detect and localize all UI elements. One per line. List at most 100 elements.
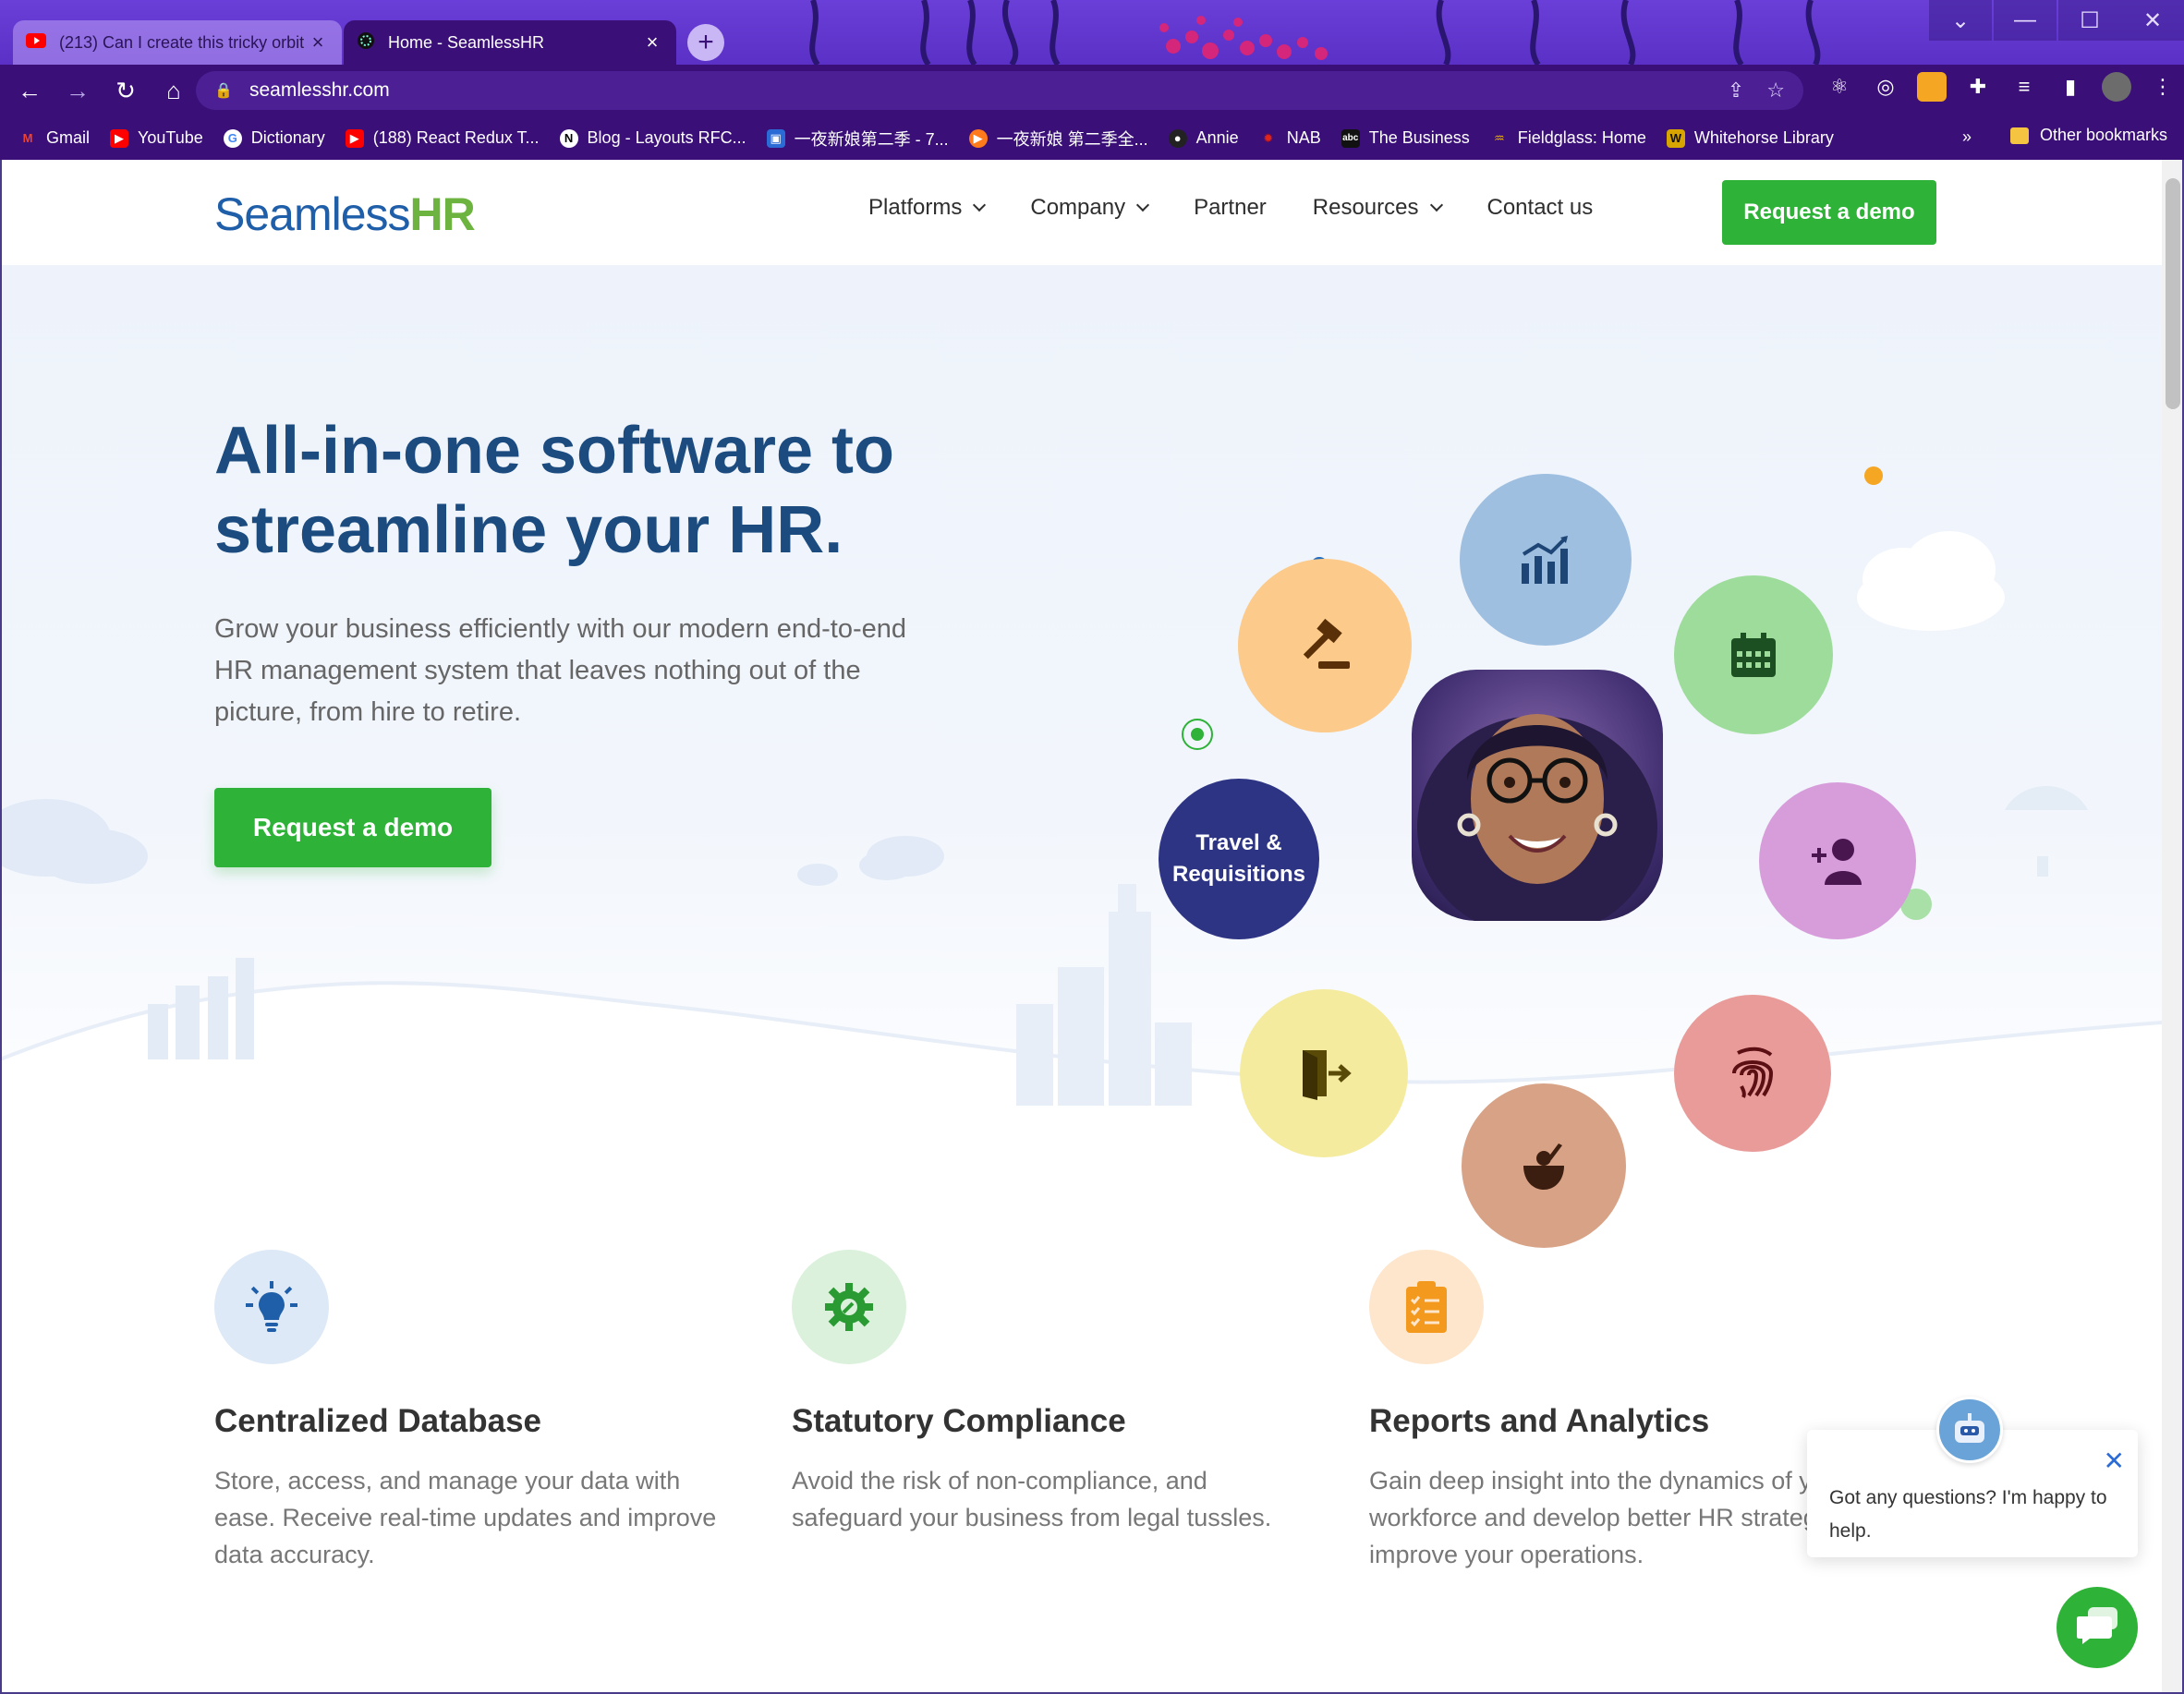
nab-icon: ✹ — [1263, 130, 1274, 145]
play-icon: ▶ — [968, 128, 988, 148]
tab-youtube[interactable]: (213) Can I create this tricky orbit × — [13, 20, 342, 65]
notion-icon: N — [559, 128, 578, 148]
analytics-bubble — [1460, 474, 1632, 646]
react-devtools-icon[interactable]: ⚛ — [1825, 72, 1854, 102]
share-icon[interactable]: ⇪ — [1728, 79, 1744, 103]
hero-request-demo-button[interactable]: Request a demo — [214, 788, 491, 867]
bookmark-whitehorse[interactable]: W Whitehorse Library — [1666, 128, 1834, 148]
nav-company[interactable]: Company — [1030, 195, 1150, 221]
hero-section: All-in-one software to streamline your H… — [0, 265, 2162, 1248]
bookmark-the-business[interactable]: abc The Business — [1341, 128, 1470, 148]
calendar-bubble — [1674, 575, 1833, 734]
browser-toolbar: ← → ↻ ⌂ 🔒 seamlesshr.com ⇪ ☆ ⚛ ◎ ✚ ≡ ▮ ⋮ — [0, 65, 2184, 116]
bookmark-blog-layouts[interactable]: N Blog - Layouts RFC... — [559, 128, 746, 148]
new-tab-button[interactable]: + — [687, 24, 724, 61]
tab-strip: (213) Can I create this tricky orbit × H… — [0, 0, 2184, 65]
profile-avatar[interactable] — [2102, 72, 2131, 102]
tab-seamlesshr[interactable]: Home - SeamlessHR × — [344, 20, 676, 65]
bookmark-gmail[interactable]: M Gmail — [18, 128, 90, 148]
feature-statutory-compliance: Statutory Compliance Avoid the risk of n… — [792, 1250, 1309, 1536]
nav-platforms[interactable]: Platforms — [868, 195, 987, 221]
abc-icon: abc — [1341, 128, 1360, 148]
feature-text: Store, access, and manage your data with… — [214, 1467, 717, 1568]
feature-centralized-database: Centralized Database Store, access, and … — [214, 1250, 732, 1573]
bar-chart-icon — [1516, 530, 1575, 589]
page-viewport: SeamlessHR Platforms Company Partner Res… — [0, 160, 2162, 1694]
lightbulb-icon — [214, 1250, 329, 1364]
page-scrollbar[interactable] — [2162, 160, 2184, 1694]
feature-title: Centralized Database — [214, 1403, 542, 1439]
bookmark-fieldglass[interactable]: ♒ Fieldglass: Home — [1490, 128, 1646, 148]
notes-extension-icon[interactable] — [1917, 72, 1947, 102]
hero-title: All-in-one software to streamline your H… — [214, 414, 894, 567]
bookmark-dictionary[interactable]: G Dictionary — [223, 128, 325, 148]
gear-wrench-icon — [792, 1250, 906, 1364]
exit-door-icon — [1295, 1045, 1353, 1102]
address-text: seamlesshr.com — [249, 79, 390, 101]
target-extension-icon[interactable]: ◎ — [1871, 72, 1900, 102]
leave-bubble — [1462, 1083, 1626, 1248]
address-bar[interactable]: 🔒 seamlesshr.com ⇪ ☆ — [196, 71, 1803, 110]
other-bookmarks[interactable]: Other bookmarks — [2010, 126, 2167, 145]
video-icon: ▣ — [766, 128, 785, 148]
clipboard-check-icon — [1369, 1250, 1484, 1364]
chat-bubble-icon — [2075, 1605, 2119, 1651]
tab-title: Home - SeamlessHR — [388, 32, 545, 52]
header-request-demo-button[interactable]: Request a demo — [1722, 180, 1936, 245]
github-icon: ● — [1168, 128, 1187, 148]
bookmark-youtube[interactable]: ▶ YouTube — [110, 128, 203, 148]
bookmark-star-icon[interactable]: ☆ — [1766, 79, 1785, 103]
bookmark-annie[interactable]: ● Annie — [1168, 128, 1239, 148]
scrollbar-thumb[interactable] — [2166, 178, 2180, 409]
chat-message: Got any questions? I'm happy to help. — [1829, 1487, 2107, 1542]
folder-icon — [2010, 127, 2029, 144]
gavel-icon — [1294, 615, 1355, 676]
reload-icon[interactable]: ↻ — [107, 72, 144, 109]
coconut-drink-icon — [1516, 1138, 1571, 1193]
tab-search-icon[interactable]: ⌄ — [1929, 0, 1992, 41]
seamlesshr-logo[interactable]: SeamlessHR — [214, 188, 476, 241]
chat-bot-avatar — [1936, 1397, 2003, 1463]
main-nav: Platforms Company Partner Resources Cont… — [868, 195, 1593, 221]
nav-partner[interactable]: Partner — [1194, 195, 1267, 221]
fingerprint-icon — [1725, 1046, 1780, 1101]
seamlesshr-icon — [357, 31, 375, 54]
chevron-down-icon — [1136, 198, 1150, 212]
menu-kebab-icon[interactable]: ⋮ — [2148, 72, 2178, 102]
back-icon[interactable]: ← — [11, 72, 48, 109]
reading-list-icon[interactable]: ≡ — [2009, 72, 2039, 102]
youtube-icon: ▶ — [110, 128, 129, 148]
travel-requisitions-label: Travel & Requisitions — [1171, 830, 1305, 887]
close-window-button[interactable]: ✕ — [2121, 0, 2184, 41]
fieldglass-icon: ♒ — [1493, 130, 1505, 145]
tab-close-icon[interactable]: × — [307, 30, 329, 54]
feature-text: Avoid the risk of non-compliance, and sa… — [792, 1467, 1272, 1531]
forward-icon[interactable]: → — [59, 72, 96, 109]
bookmark-react-redux[interactable]: ▶ (188) React Redux T... — [345, 128, 540, 148]
home-icon[interactable]: ⌂ — [155, 72, 192, 109]
calendar-icon — [1728, 629, 1779, 681]
side-panel-icon[interactable]: ▮ — [2056, 72, 2085, 102]
bookmarks-overflow-icon[interactable]: » — [1962, 127, 1972, 147]
onboarding-bubble — [1759, 782, 1916, 939]
minimize-button[interactable]: — — [1994, 0, 2057, 41]
travel-requisitions-bubble: Travel & Requisitions — [1159, 779, 1319, 939]
close-icon[interactable]: ✕ — [2104, 1448, 2125, 1474]
bookmark-video-2[interactable]: ▶ 一夜新娘 第二季全... — [968, 127, 1148, 151]
library-icon: W — [1666, 128, 1685, 148]
youtube-icon — [26, 32, 46, 53]
extensions-puzzle-icon[interactable]: ✚ — [1963, 72, 1993, 102]
add-user-icon — [1810, 835, 1865, 887]
nav-resources[interactable]: Resources — [1313, 195, 1443, 221]
gmail-icon: M — [22, 131, 33, 145]
chat-launcher-button[interactable] — [2057, 1587, 2138, 1668]
bookmark-nab[interactable]: ✹ NAB — [1259, 128, 1320, 148]
bookmark-video-1[interactable]: ▣ 一夜新娘第二季 - 7... — [766, 127, 949, 151]
maximize-button[interactable]: ☐ — [2058, 0, 2121, 41]
attendance-bubble — [1674, 995, 1831, 1152]
tab-close-icon[interactable]: × — [641, 30, 663, 54]
chevron-down-icon — [973, 198, 987, 212]
hero-subtitle: Grow your business efficiently with our … — [214, 614, 907, 727]
nav-contact-us[interactable]: Contact us — [1487, 195, 1594, 221]
hero-portrait-photo — [1412, 670, 1663, 921]
